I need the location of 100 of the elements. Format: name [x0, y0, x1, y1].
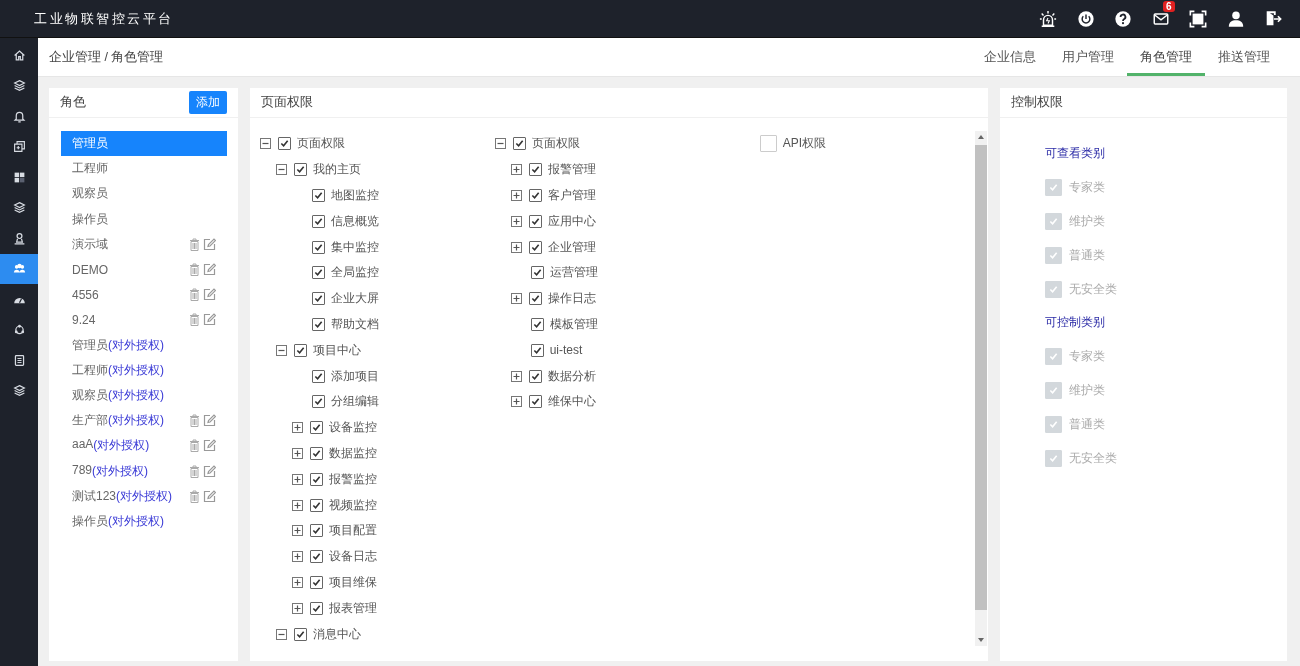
check-icon: [1048, 385, 1058, 395]
checkbox[interactable]: [311, 266, 325, 280]
edit-icon[interactable]: [202, 414, 216, 428]
checkbox[interactable]: [311, 189, 325, 202]
checkbox[interactable]: [528, 163, 542, 177]
edit-icon[interactable]: [202, 439, 216, 453]
checkbox[interactable]: [309, 498, 323, 512]
collapse-button[interactable]: [494, 138, 506, 150]
checkbox[interactable]: [528, 369, 542, 383]
logout-icon[interactable]: [1264, 9, 1283, 28]
checkbox[interactable]: [293, 627, 307, 641]
power-icon[interactable]: [1076, 9, 1095, 28]
collapse-button[interactable]: [275, 344, 287, 356]
check-icon: [311, 474, 321, 484]
help-icon[interactable]: [1114, 9, 1133, 28]
expand-button[interactable]: [510, 293, 522, 305]
edit-icon[interactable]: [202, 288, 216, 302]
check-icon: [313, 371, 323, 381]
edit-icon[interactable]: [202, 263, 216, 277]
user-pin-icon: [12, 231, 26, 245]
nav-item[interactable]: [0, 253, 38, 284]
checkbox[interactable]: [311, 240, 325, 254]
role-item[interactable]: 4556: [61, 282, 227, 308]
role-item[interactable]: 测试123(对外授权): [61, 483, 227, 509]
edit-icon[interactable]: [202, 489, 216, 503]
checkbox[interactable]: [311, 214, 325, 228]
checkbox[interactable]: [277, 137, 291, 151]
checkbox[interactable]: [309, 472, 323, 486]
expand-button[interactable]: [291, 422, 303, 434]
checkbox[interactable]: [528, 240, 542, 254]
edit-icon[interactable]: [202, 237, 216, 251]
tab[interactable]: 企业信息: [971, 41, 1049, 76]
checkbox[interactable]: [528, 395, 542, 409]
checkbox[interactable]: [311, 395, 325, 409]
alarm-light-icon[interactable]: [1039, 9, 1058, 28]
bell-icon: [12, 109, 26, 123]
checkbox[interactable]: [309, 446, 323, 460]
expand-button[interactable]: [510, 370, 522, 382]
layers-icon: [12, 384, 26, 398]
role-item[interactable]: 观察员(对外授权): [61, 382, 227, 409]
checkbox[interactable]: [311, 292, 325, 306]
checkbox[interactable]: [309, 575, 323, 589]
role-item[interactable]: 生产部(对外授权): [61, 408, 227, 434]
checkbox[interactable]: [309, 601, 323, 615]
role-name: 9.24: [72, 312, 96, 327]
role-item[interactable]: 工程师(对外授权): [61, 357, 227, 383]
role-item[interactable]: 管理员: [61, 131, 227, 157]
expand-button[interactable]: [291, 447, 303, 459]
collapse-button[interactable]: [275, 628, 287, 640]
checkbox[interactable]: [528, 214, 542, 228]
tree-label: 报表管理: [328, 599, 377, 617]
role-item[interactable]: DEMO: [61, 256, 227, 283]
add-button[interactable]: 添加: [188, 91, 227, 114]
role-item[interactable]: 管理员(对外授权): [61, 332, 227, 358]
role-item[interactable]: aaA(对外授权): [61, 433, 227, 459]
user-icon[interactable]: [1226, 9, 1245, 28]
checkbox[interactable]: [530, 266, 544, 280]
edit-icon[interactable]: [202, 464, 216, 478]
check-icon: [311, 603, 321, 613]
collapse-button[interactable]: [275, 164, 287, 176]
checkbox[interactable]: [309, 550, 323, 564]
role-item[interactable]: 观察员: [61, 181, 227, 207]
expand-button[interactable]: [510, 164, 522, 176]
expand-button[interactable]: [291, 525, 303, 537]
expand-button[interactable]: [510, 241, 522, 253]
role-item[interactable]: 9.24: [61, 307, 227, 333]
expand-button[interactable]: [291, 499, 303, 511]
checkbox[interactable]: [512, 137, 526, 151]
edit-icon[interactable]: [202, 313, 216, 327]
expand-button[interactable]: [291, 576, 303, 588]
checkbox[interactable]: [309, 524, 323, 538]
collapse-button[interactable]: [259, 138, 271, 150]
expand-button[interactable]: [291, 602, 303, 614]
role-item[interactable]: 工程师: [61, 156, 227, 182]
checkbox[interactable]: [528, 292, 542, 306]
check-icon: [1048, 251, 1058, 261]
plus-icon: [511, 397, 521, 407]
expand-button[interactable]: [291, 551, 303, 563]
checkbox[interactable]: [311, 369, 325, 383]
tab[interactable]: 推送管理: [1205, 41, 1283, 76]
checkbox[interactable]: [311, 317, 325, 331]
expand-button[interactable]: [510, 396, 522, 408]
role-item[interactable]: 操作员: [61, 206, 227, 232]
role-item[interactable]: 操作员(对外授权): [61, 508, 227, 534]
scrollbar[interactable]: [974, 131, 987, 646]
checkbox[interactable]: [530, 343, 544, 357]
checkbox[interactable]: [528, 189, 542, 202]
fullscreen-icon[interactable]: [1189, 9, 1208, 28]
checkbox[interactable]: [309, 421, 323, 435]
app-title: 工业物联智控云平台: [34, 9, 174, 28]
expand-button[interactable]: [291, 473, 303, 485]
checkbox[interactable]: [530, 317, 544, 331]
expand-button[interactable]: [510, 190, 522, 201]
role-item[interactable]: 789(对外授权): [61, 458, 227, 484]
checkbox[interactable]: [293, 343, 307, 357]
checkbox[interactable]: [293, 163, 307, 177]
expand-button[interactable]: [510, 215, 522, 227]
role-item[interactable]: 演示域: [61, 231, 227, 257]
tab[interactable]: 用户管理: [1049, 41, 1127, 76]
plus-icon: [511, 165, 521, 175]
